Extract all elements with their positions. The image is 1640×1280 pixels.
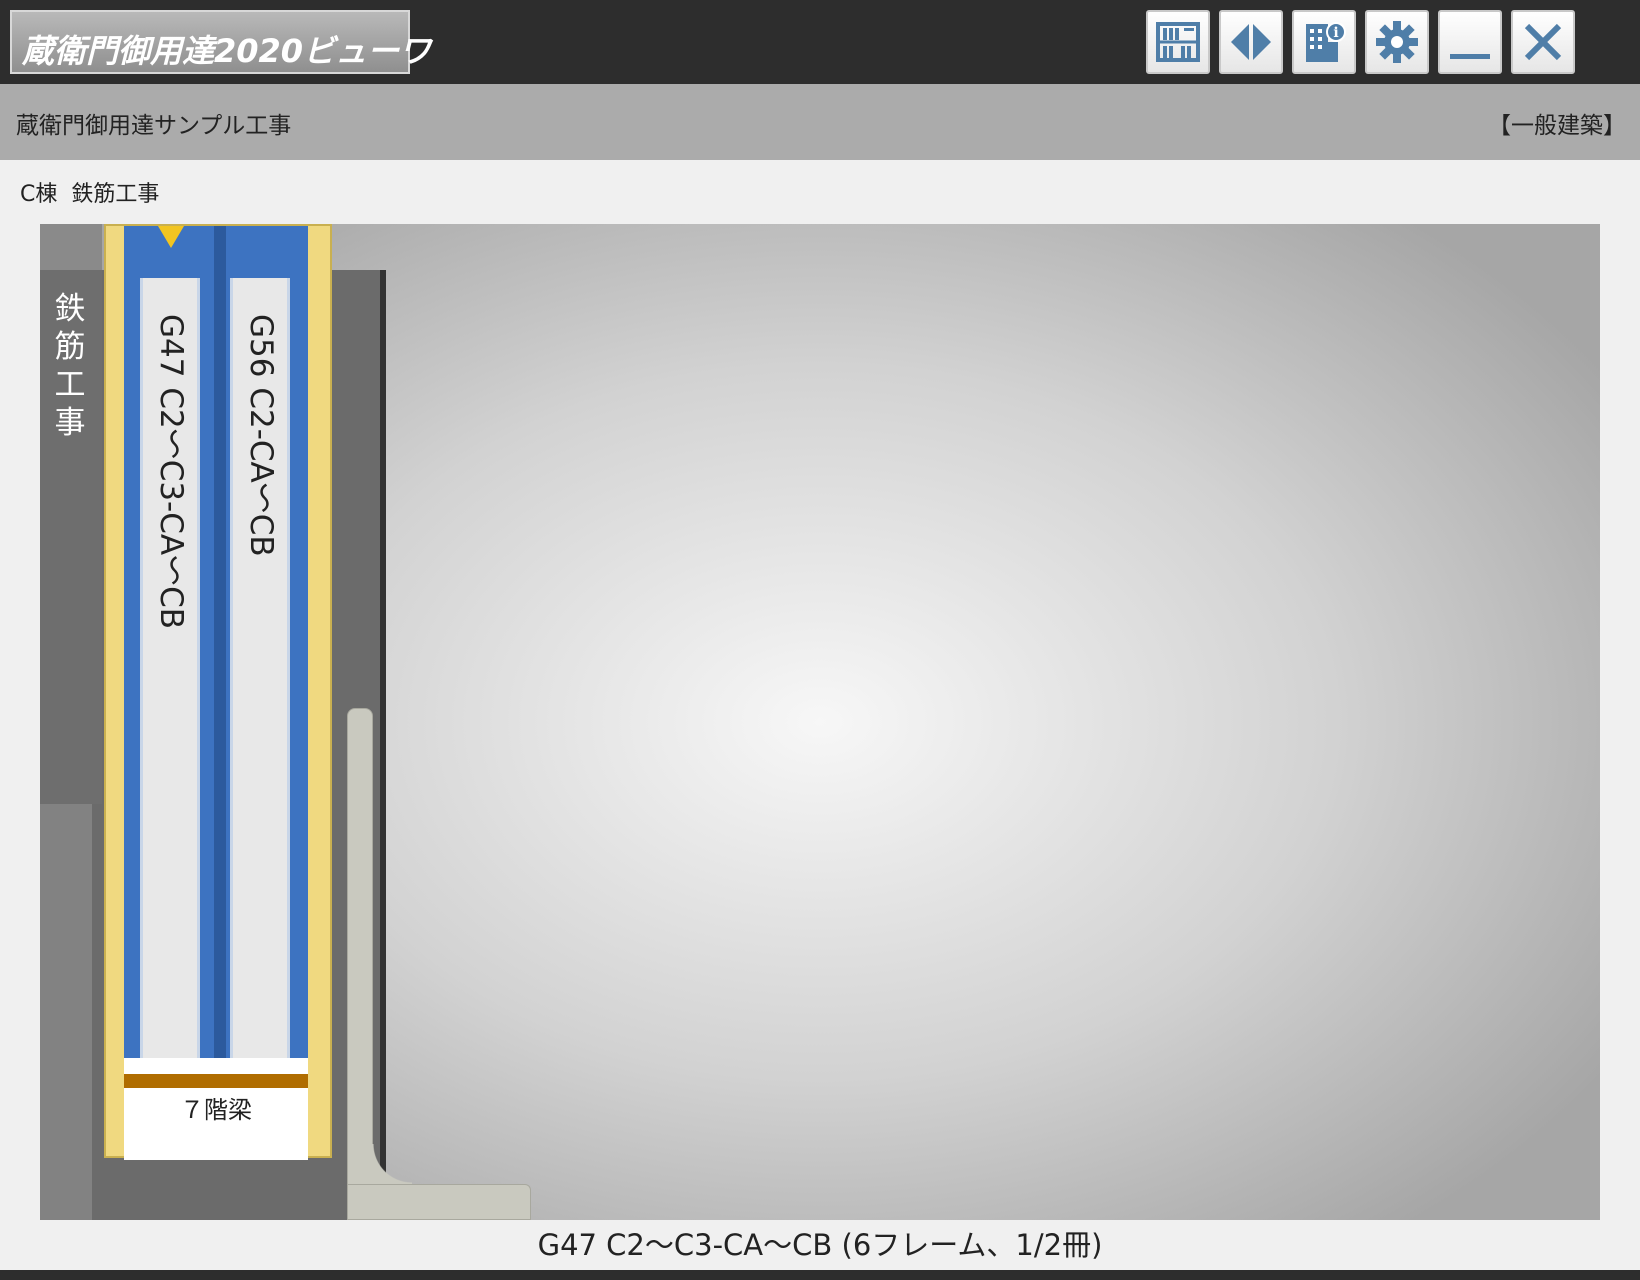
binder-bottom-stripe bbox=[124, 1074, 308, 1088]
bookshelf-icon bbox=[1156, 22, 1200, 62]
spine-label-2[interactable]: G56 C2-CA～CB bbox=[230, 278, 290, 1058]
app-logo: 蔵衛門御用達2020ビューワ bbox=[10, 10, 431, 74]
bookend-curve bbox=[372, 1144, 412, 1184]
bookmark-marker bbox=[158, 226, 184, 248]
gear-icon bbox=[1376, 21, 1418, 63]
binder[interactable]: G47 C2～C3-CA～CB G56 C2-CA～CB ７階梁 bbox=[104, 224, 332, 1160]
binder-spine-area: G47 C2～C3-CA～CB G56 C2-CA～CB bbox=[124, 226, 308, 1058]
binder-caption: ７階梁 bbox=[180, 1096, 252, 1124]
shelf-tab[interactable]: 鉄筋工事 bbox=[40, 270, 102, 804]
close-icon bbox=[1524, 23, 1562, 61]
bookshelf-button[interactable] bbox=[1146, 10, 1210, 74]
project-category: 【一般建築】 bbox=[1488, 113, 1626, 139]
close-button[interactable] bbox=[1511, 10, 1575, 74]
spine-divider bbox=[214, 226, 226, 1058]
spine-label-1[interactable]: G47 C2～C3-CA～CB bbox=[140, 278, 200, 1058]
settings-button[interactable] bbox=[1365, 10, 1429, 74]
cabinet-base bbox=[40, 804, 92, 1220]
breadcrumb: C棟 鉄筋工事 bbox=[20, 176, 159, 208]
project-header: 蔵衛門御用達サンプル工事 【一般建築】 bbox=[0, 84, 1640, 160]
split-view-button[interactable] bbox=[1219, 10, 1283, 74]
spine-label-2-text: G56 C2-CA～CB bbox=[243, 314, 279, 557]
spine-label-1-text: G47 C2～C3-CA～CB bbox=[153, 314, 189, 630]
title-bar: 蔵衛門御用達2020ビューワ i bbox=[0, 0, 1640, 84]
app-title: 蔵衛門御用達2020ビューワ bbox=[22, 32, 432, 70]
bottom-edge bbox=[0, 1270, 1640, 1280]
shelf-tab-label: 鉄筋工事 bbox=[54, 291, 86, 441]
breadcrumb-work: 鉄筋工事 bbox=[71, 182, 160, 207]
svg-text:i: i bbox=[1333, 25, 1338, 41]
bookend bbox=[347, 708, 373, 1220]
bookend-base bbox=[347, 1184, 531, 1220]
building-info-button[interactable]: i bbox=[1292, 10, 1356, 74]
bookshelf-viewer: 鉄筋工事 G47 C2～C3-CA～CB G56 C2-CA～CB ７階梁 bbox=[40, 224, 1600, 1220]
breadcrumb-building: C棟 bbox=[20, 182, 58, 207]
minimize-icon bbox=[1450, 54, 1490, 59]
split-view-icon bbox=[1231, 24, 1271, 60]
building-info-icon: i bbox=[1306, 22, 1346, 62]
selection-status: G47 C2～C3-CA～CB (6フレーム、1/2冊) bbox=[537, 1228, 1103, 1262]
minimize-button[interactable] bbox=[1438, 10, 1502, 74]
project-name: 蔵衛門御用達サンプル工事 bbox=[16, 113, 292, 139]
